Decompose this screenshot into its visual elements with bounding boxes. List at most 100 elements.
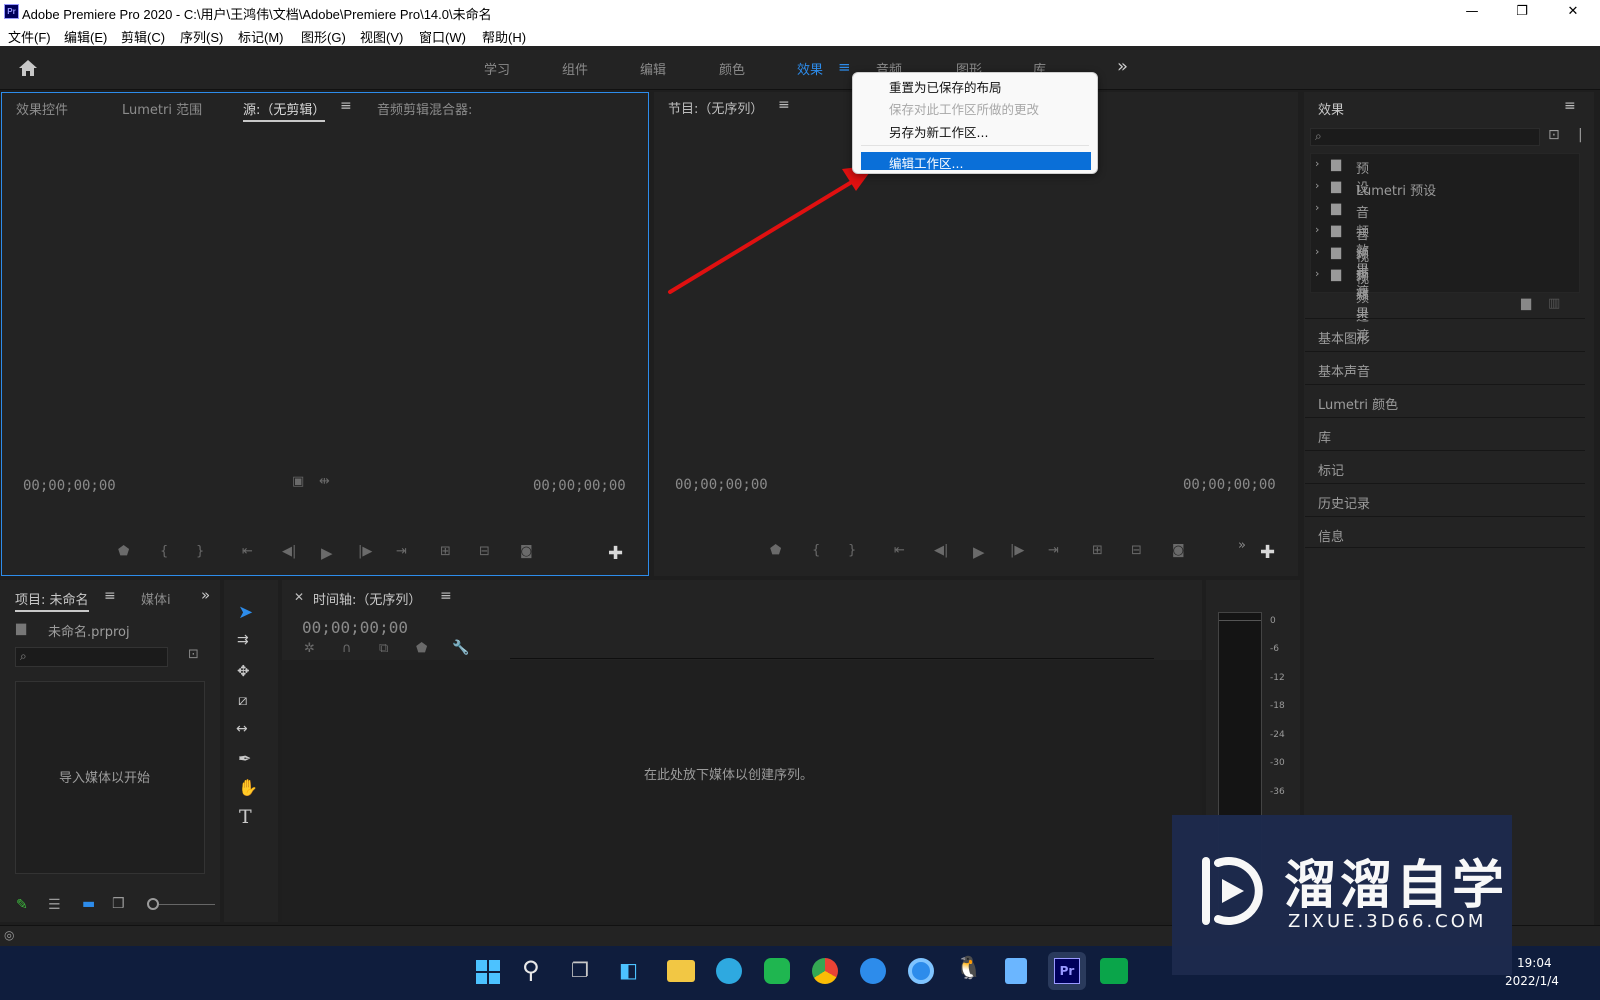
- minimize-button[interactable]: —: [1449, 0, 1495, 24]
- project-menu-icon[interactable]: ≡: [104, 588, 116, 604]
- timeline-drop-area[interactable]: 在此处放下媒体以创建序列。: [282, 660, 1202, 922]
- export-frame-icon[interactable]: ◙: [1172, 543, 1185, 558]
- go-to-out-icon[interactable]: ⇥: [1048, 543, 1059, 558]
- find-icon[interactable]: ⊡: [188, 647, 199, 662]
- menu-help[interactable]: 帮助(H): [482, 27, 526, 46]
- new-bin-icon[interactable]: ▆: [1521, 296, 1531, 311]
- project-overflow-icon[interactable]: »: [201, 586, 210, 604]
- workspace-tab-assembly[interactable]: 组件: [562, 59, 588, 78]
- panel-markers[interactable]: 标记: [1305, 450, 1585, 482]
- nest-icon[interactable]: ✲: [304, 641, 315, 656]
- step-back-icon[interactable]: ◀|: [934, 543, 948, 558]
- project-search-input[interactable]: ⌕: [15, 647, 168, 667]
- lift-icon[interactable]: ⊞: [1092, 543, 1103, 558]
- menu-sequence[interactable]: 序列(S): [180, 27, 223, 46]
- task-view-icon[interactable]: ❐: [571, 958, 589, 982]
- tab-lumetri-scopes[interactable]: Lumetri 范围: [122, 99, 202, 118]
- menu-graphics[interactable]: 图形(G): [301, 27, 346, 46]
- pen-tool-icon[interactable]: ✒: [238, 749, 251, 768]
- workspace-tab-effects[interactable]: 效果: [797, 59, 823, 78]
- menu-item-edit-workspaces-highlight[interactable]: 编辑工作区...: [861, 152, 1091, 172]
- step-forward-icon[interactable]: |▶: [1010, 543, 1024, 558]
- menu-item-reset-layout[interactable]: 重置为已保存的布局: [889, 77, 1002, 96]
- qq-icon[interactable]: 🐧: [955, 956, 982, 981]
- menu-item-save-as-new[interactable]: 另存为新工作区...: [889, 122, 988, 141]
- step-forward-icon[interactable]: |▶: [358, 544, 372, 559]
- list-view-icon[interactable]: ☰: [48, 897, 61, 913]
- file-explorer-icon[interactable]: [667, 960, 695, 982]
- source-timecode-current[interactable]: 00;00;00;00: [23, 478, 116, 494]
- add-button[interactable]: ✚: [608, 543, 623, 564]
- timeline-menu-icon[interactable]: ≡: [440, 588, 452, 604]
- timeline-timecode[interactable]: 00;00;00;00: [302, 618, 408, 637]
- program-timecode-current[interactable]: 00;00;00;00: [675, 477, 768, 493]
- type-tool-icon[interactable]: T: [239, 806, 252, 828]
- play-icon[interactable]: ▶: [973, 543, 985, 561]
- clock-date[interactable]: 2022/1/4: [1505, 974, 1559, 988]
- ripple-edit-tool-icon[interactable]: ✥: [237, 662, 250, 680]
- hand-tool-icon[interactable]: ✋: [238, 778, 258, 797]
- extract-icon[interactable]: ⊟: [1131, 543, 1142, 558]
- icon-view-icon[interactable]: ▬: [82, 896, 95, 912]
- effects-panel-title[interactable]: 效果: [1318, 99, 1344, 118]
- browser-e-icon[interactable]: [716, 958, 742, 984]
- pencil-icon[interactable]: ✎: [16, 897, 28, 913]
- add-marker-icon[interactable]: ⬟: [770, 543, 781, 558]
- wechat-app-icon[interactable]: [1100, 958, 1128, 984]
- workspace-tab-learn[interactable]: 学习: [484, 59, 510, 78]
- project-drop-area[interactable]: 导入媒体以开始: [15, 681, 205, 874]
- zoom-fit-icon[interactable]: ▣: [292, 474, 304, 489]
- selection-tool-icon[interactable]: ➤: [238, 602, 253, 623]
- effects-search-input[interactable]: ⌕: [1310, 128, 1540, 146]
- trash-icon[interactable]: ▥: [1548, 296, 1560, 311]
- track-select-tool-icon[interactable]: ⇉: [237, 632, 249, 648]
- export-frame-icon[interactable]: ◙: [520, 544, 533, 559]
- razor-tool-icon[interactable]: ⧄: [238, 691, 248, 709]
- step-back-icon[interactable]: ◀|: [282, 544, 296, 559]
- overflow-icon[interactable]: »: [1238, 538, 1246, 553]
- menu-edit[interactable]: 编辑(E): [64, 27, 107, 46]
- resolution-icon[interactable]: ⇹: [319, 474, 330, 489]
- tab-project[interactable]: 项目: 未命名: [15, 589, 89, 612]
- wrench-icon[interactable]: 🔧: [452, 640, 469, 656]
- overwrite-icon[interactable]: ⊟: [479, 544, 490, 559]
- slip-tool-icon[interactable]: ↔: [236, 721, 248, 737]
- timeline-title[interactable]: 时间轴:（无序列）: [313, 589, 421, 608]
- premiere-taskbar-highlight[interactable]: Pr: [1048, 952, 1086, 990]
- source-menu-icon[interactable]: ≡: [340, 98, 352, 114]
- add-button[interactable]: ✚: [1260, 542, 1275, 563]
- snap-icon[interactable]: ∩: [342, 641, 352, 656]
- effects-menu-icon[interactable]: ≡: [1564, 98, 1576, 114]
- zoom-slider-track[interactable]: [159, 904, 215, 905]
- menu-marker[interactable]: 标记(M): [238, 27, 284, 46]
- time-ruler[interactable]: [510, 658, 1154, 659]
- maximize-button[interactable]: ❐: [1499, 0, 1545, 24]
- add-marker-icon[interactable]: ⬟: [118, 544, 129, 559]
- close-button[interactable]: ✕: [1550, 0, 1596, 24]
- menu-clip[interactable]: 剪辑(C): [121, 27, 165, 46]
- play-icon[interactable]: ▶: [321, 544, 333, 562]
- creative-cloud-icon[interactable]: ◎: [4, 928, 14, 942]
- qq-browser-icon[interactable]: [908, 958, 934, 984]
- widgets-icon[interactable]: ◧: [619, 958, 638, 982]
- menu-item-save-changes[interactable]: 保存对此工作区所做的更改: [889, 99, 1039, 118]
- home-icon[interactable]: [17, 58, 39, 78]
- feishu-icon[interactable]: [860, 958, 886, 984]
- workspace-menu-icon[interactable]: ≡: [838, 58, 851, 76]
- tab-media-browser[interactable]: 媒体i: [141, 589, 171, 608]
- clock-time[interactable]: 19:04: [1517, 956, 1552, 970]
- panel-essential-sound[interactable]: 基本声音: [1305, 351, 1585, 383]
- effects-overflow-icon[interactable]: |: [1578, 127, 1583, 143]
- chrome-icon[interactable]: [812, 958, 838, 984]
- tab-effect-controls[interactable]: 效果控件: [16, 99, 68, 118]
- menu-item-edit-workspaces[interactable]: 编辑工作区...: [889, 153, 963, 172]
- workspace-overflow-button[interactable]: »: [1117, 56, 1128, 77]
- notepad-icon[interactable]: [1005, 958, 1027, 984]
- menu-view[interactable]: 视图(V): [360, 27, 403, 46]
- mark-in-icon[interactable]: {: [160, 544, 168, 559]
- insert-icon[interactable]: ⊞: [440, 544, 451, 559]
- menu-window[interactable]: 窗口(W): [419, 27, 466, 46]
- program-menu-icon[interactable]: ≡: [778, 97, 790, 113]
- panel-lumetri-color[interactable]: Lumetri 颜色: [1305, 384, 1585, 416]
- workspace-tab-editing[interactable]: 编辑: [640, 59, 666, 78]
